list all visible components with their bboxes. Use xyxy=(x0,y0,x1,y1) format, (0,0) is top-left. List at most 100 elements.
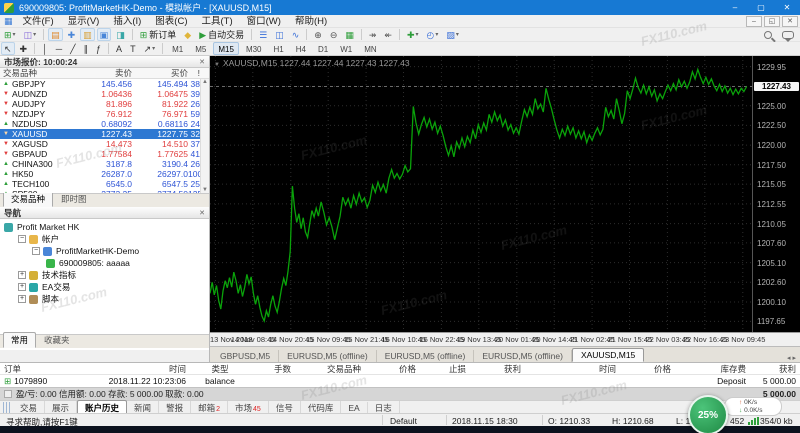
chart-shift-button[interactable]: ↞ xyxy=(381,28,395,41)
history-column-10[interactable]: 库存费 xyxy=(675,363,750,375)
vline-tool[interactable]: │ xyxy=(39,42,51,55)
templates-button[interactable]: ▨ ▾ xyxy=(443,28,462,41)
profiles-button[interactable]: ◫ ▾ xyxy=(21,28,40,41)
price-chart[interactable] xyxy=(210,56,752,332)
chevron-down-icon[interactable]: ▼ xyxy=(214,62,220,68)
mdi-minimize-button[interactable]: – xyxy=(746,15,762,27)
zoom-in-button[interactable]: ⊕ xyxy=(311,28,325,41)
market-watch-row-HK50[interactable]: ▲ HK50 26287.0 26297.0 100 xyxy=(0,169,209,179)
history-column-7[interactable]: 获利 xyxy=(470,363,525,375)
history-column-1[interactable]: 时间 xyxy=(70,363,190,375)
scroll-down-icon[interactable]: ▼ xyxy=(202,187,208,193)
chart-tab-0[interactable]: GBPUSD,M5 xyxy=(212,350,280,362)
tab-scroll-arrows[interactable]: ◂ ▸ xyxy=(787,354,800,362)
history-column-2[interactable]: 类型 xyxy=(190,363,250,375)
history-column-3[interactable]: 手数 xyxy=(250,363,295,375)
market-watch-row-GBPAUD[interactable]: ▼ GBPAUD 1.77584 1.77625 41 xyxy=(0,149,209,159)
market-watch-row-NZDJPY[interactable]: ▼ NZDJPY 76.912 76.971 59 xyxy=(0,109,209,119)
chart-tab-4[interactable]: XAUUSD,M15 xyxy=(571,348,645,362)
hline-tool[interactable]: ─ xyxy=(53,42,65,55)
market-watch-scrollbar[interactable]: ▲ ▼ xyxy=(200,79,209,193)
navigator-tab-1[interactable]: 收藏夹 xyxy=(36,332,78,348)
search-icon[interactable] xyxy=(764,30,772,39)
navigator-close-icon[interactable]: ✕ xyxy=(199,209,205,217)
menu-item-4[interactable]: 工具(T) xyxy=(195,16,240,27)
candlestick-button[interactable]: ◫ xyxy=(272,28,287,41)
expand-icon[interactable]: + xyxy=(18,283,26,291)
timeframe-M5[interactable]: M5 xyxy=(190,42,211,55)
maximize-button[interactable]: ▢ xyxy=(748,0,774,15)
menu-item-0[interactable]: 文件(F) xyxy=(16,16,61,27)
market-watch-tab-0[interactable]: 交易品种 xyxy=(3,191,54,207)
collapse-icon[interactable]: − xyxy=(18,235,26,243)
dock-grip[interactable] xyxy=(3,401,10,414)
market-watch-tab-1[interactable]: 即时图 xyxy=(53,191,95,207)
chart-tab-3[interactable]: EURUSD,M5 (offline) xyxy=(474,350,572,362)
timeframe-M30[interactable]: M30 xyxy=(241,42,267,55)
text-tool[interactable]: A xyxy=(113,42,125,55)
timeframe-MN[interactable]: MN xyxy=(359,42,381,55)
scroll-up-icon[interactable]: ▲ xyxy=(202,79,208,85)
menu-item-5[interactable]: 窗口(W) xyxy=(240,16,288,27)
market-watch-row-CHINA300[interactable]: ▲ CHINA300 3187.8 3190.4 26 xyxy=(0,159,209,169)
net-percent-badge[interactable]: 25% xyxy=(688,395,728,433)
autotrading-button[interactable]: ▶ 自动交易 xyxy=(196,28,247,41)
expand-icon[interactable]: + xyxy=(18,271,26,279)
tree-item-2[interactable]: − ProfitMarketHK-Demo xyxy=(0,245,209,257)
tree-item-6[interactable]: + 脚本 xyxy=(0,293,209,305)
mdi-close-button[interactable]: ✕ xyxy=(782,15,798,27)
periods-button[interactable]: ◴ ▾ xyxy=(424,28,442,41)
terminal-tab-9[interactable]: EA xyxy=(341,401,368,414)
tree-item-0[interactable]: Profit Market HK xyxy=(0,221,209,233)
timeframe-H4[interactable]: H4 xyxy=(291,42,311,55)
history-column-9[interactable]: 价格 xyxy=(620,363,675,375)
market-watch-close-icon[interactable]: ✕ xyxy=(199,58,205,66)
menu-item-6[interactable]: 帮助(H) xyxy=(288,16,334,27)
menu-item-3[interactable]: 图表(C) xyxy=(148,16,194,27)
history-column-6[interactable]: 止损 xyxy=(420,363,470,375)
metaeditor-button[interactable]: ◆ xyxy=(181,28,194,41)
tile-windows-button[interactable]: ▦ xyxy=(342,28,357,41)
timeframe-M1[interactable]: M1 xyxy=(167,42,188,55)
history-column-4[interactable]: 交易品种 xyxy=(295,363,365,375)
fibonacci-tool[interactable]: ƒ xyxy=(93,42,104,55)
market-watch-row-SP500[interactable]: ▲SP5002773.252774.50125 xyxy=(0,189,209,193)
tree-item-1[interactable]: − 帐户 xyxy=(0,233,209,245)
market-watch-row-XAUUSD[interactable]: ▼ XAUUSD 1227.43 1227.75 32 xyxy=(0,129,209,139)
cursor-tool[interactable]: ↖ xyxy=(1,42,15,55)
market-watch-row-NZDUSD[interactable]: ▲ NZDUSD 0.68092 0.68116 24 xyxy=(0,119,209,129)
market-watch-row-GBPJPY[interactable]: ▲ GBPJPY 145.456 145.494 38 xyxy=(0,79,209,89)
terminal-button[interactable]: ▣ xyxy=(96,28,112,41)
chart-tab-1[interactable]: EURUSD,M5 (offline) xyxy=(279,350,377,362)
history-column-5[interactable]: 价格 xyxy=(365,363,420,375)
mdi-restore-button[interactable]: ◱ xyxy=(764,15,780,27)
navigator-button[interactable]: ▥ xyxy=(80,28,95,41)
expand-icon[interactable]: + xyxy=(18,295,26,303)
collapse-icon[interactable]: − xyxy=(32,247,40,255)
indicators-button[interactable]: ✚ ▾ xyxy=(404,28,422,41)
chart-tab-2[interactable]: EURUSD,M5 (offline) xyxy=(377,350,475,362)
timeframe-W1[interactable]: W1 xyxy=(335,42,357,55)
timeframe-H1[interactable]: H1 xyxy=(269,42,289,55)
menu-item-1[interactable]: 显示(V) xyxy=(61,16,107,27)
data-window-button[interactable]: ✚ xyxy=(65,28,79,41)
market-watch-row-XAGUSD[interactable]: ▼ XAGUSD 14.473 14.510 37 xyxy=(0,139,209,149)
tree-item-4[interactable]: + 技术指标 xyxy=(0,269,209,281)
arrows-tool[interactable]: ↗ ▾ xyxy=(141,42,159,55)
history-column-8[interactable]: 时间 xyxy=(525,363,620,375)
history-column-11[interactable]: 获利 xyxy=(750,363,800,375)
menu-item-2[interactable]: 插入(I) xyxy=(106,16,148,27)
tree-item-3[interactable]: 690009805: aaaaa xyxy=(0,257,209,269)
navigator-tab-0[interactable]: 常用 xyxy=(3,332,37,348)
chat-icon[interactable] xyxy=(782,30,794,42)
status-profile[interactable]: Default xyxy=(390,416,417,426)
market-watch-row-AUDNZD[interactable]: ▼ AUDNZD 1.06436 1.06475 39 xyxy=(0,89,209,99)
new-order-button[interactable]: ⊞ 新订单 xyxy=(137,28,180,41)
strategy-tester-button[interactable]: ◨ xyxy=(113,28,128,41)
tree-item-5[interactable]: + EA交易 xyxy=(0,281,209,293)
auto-scroll-button[interactable]: ↠ xyxy=(366,28,380,41)
history-column-0[interactable]: 订单 xyxy=(0,363,70,375)
timeframe-D1[interactable]: D1 xyxy=(313,42,333,55)
line-chart-button[interactable]: ∿ xyxy=(289,28,303,41)
balance-row[interactable]: ⊞ 1079890 2018.11.22 10:23:06 balance Deposi… xyxy=(0,375,800,387)
